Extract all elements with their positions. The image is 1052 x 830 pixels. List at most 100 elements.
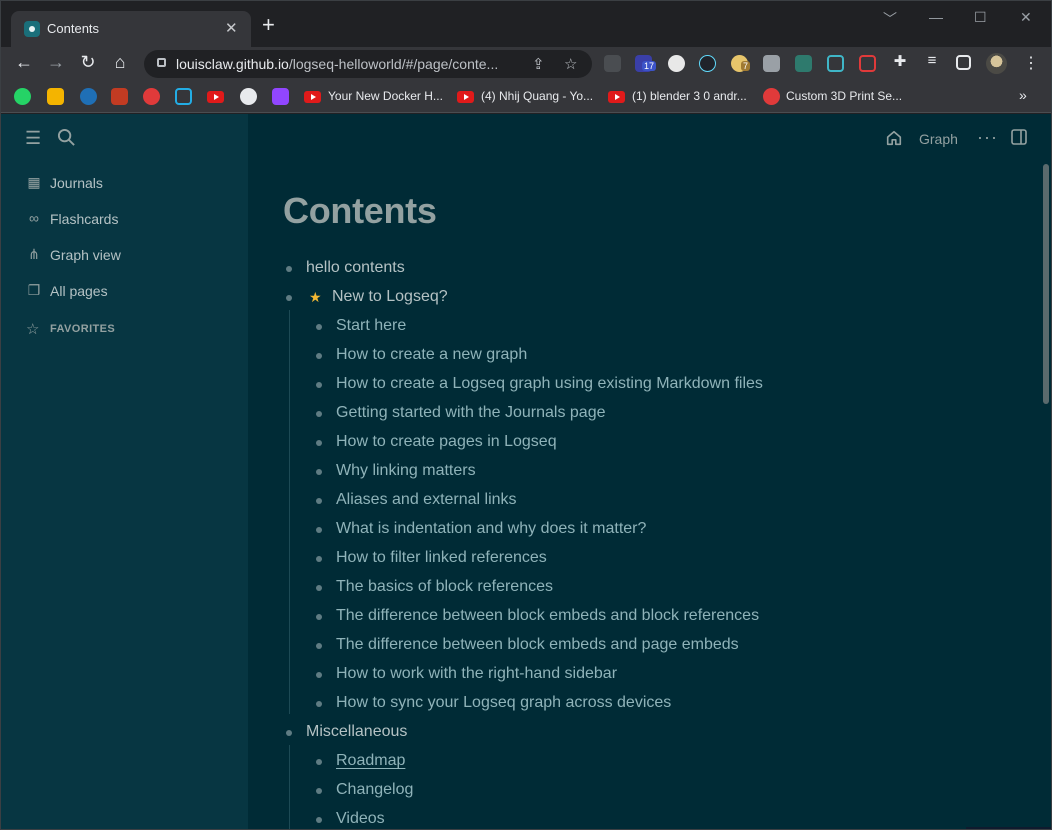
tab-close-icon[interactable]: ✕ <box>225 19 238 37</box>
sidebar-item-label: Flashcards <box>50 211 119 227</box>
block-text[interactable]: The difference between block embeds and … <box>336 636 739 654</box>
graph-icon: ⋔ <box>28 246 40 262</box>
extension-icon[interactable] <box>668 55 685 72</box>
bookmark-star-icon[interactable]: ☆ <box>564 55 577 73</box>
bookmark-icon[interactable] <box>143 88 160 105</box>
share-icon[interactable]: ⇪ <box>532 55 545 73</box>
address-bar[interactable]: louisclaw.github.io/logseq-helloworld/#/… <box>144 50 592 78</box>
whatsapp-icon[interactable] <box>14 88 31 105</box>
browser-window: Contents ✕ + ﹀ — ☐ ✕ ← → ↻ ⌂ louisclaw.g… <box>0 0 1052 830</box>
home-icon[interactable] <box>885 129 903 152</box>
block-bullet[interactable] <box>316 788 322 794</box>
block-bullet[interactable] <box>316 585 322 591</box>
minimize-button[interactable]: — <box>929 9 943 25</box>
block-bullet[interactable] <box>316 643 322 649</box>
block-text[interactable]: How to sync your Logseq graph across dev… <box>336 694 671 712</box>
tab-contents[interactable]: Contents ✕ <box>11 11 251 47</box>
bookmark-nhij-quang[interactable]: (4) Nhij Quang - Yo... <box>481 89 593 103</box>
back-icon[interactable]: ← <box>12 52 36 73</box>
react-devtools-icon[interactable] <box>699 55 716 72</box>
twitch-icon[interactable] <box>272 88 289 105</box>
close-window-button[interactable]: ✕ <box>1020 9 1032 26</box>
block-bullet[interactable] <box>316 440 322 446</box>
youtube-icon[interactable] <box>457 91 474 103</box>
home-icon[interactable]: ⌂ <box>108 52 132 73</box>
github-icon[interactable] <box>240 88 257 105</box>
search-icon[interactable] <box>57 128 76 152</box>
block-text[interactable]: How to create a new graph <box>336 346 527 364</box>
block-text[interactable]: Start here <box>336 317 406 335</box>
bookmark-blender[interactable]: (1) blender 3 0 andr... <box>632 89 747 103</box>
block-bullet[interactable] <box>316 324 322 330</box>
bookmarks-overflow-icon[interactable]: » <box>1019 87 1027 103</box>
bookmark-docker[interactable]: Your New Docker H... <box>328 89 443 103</box>
ublock-extension-icon[interactable] <box>604 55 621 72</box>
block-text[interactable]: How to create pages in Logseq <box>336 433 557 451</box>
page-reference-link[interactable]: Roadmap <box>336 752 405 770</box>
forward-icon[interactable]: → <box>44 52 68 73</box>
block-text[interactable]: The difference between block embeds and … <box>336 607 759 625</box>
sidebar-item-flashcards[interactable]: ∞ Flashcards <box>1 203 248 235</box>
block-bullet[interactable] <box>316 353 322 359</box>
profile-avatar[interactable] <box>986 53 1007 74</box>
youtube-icon[interactable] <box>207 91 224 103</box>
extension-icon[interactable] <box>859 55 876 72</box>
block-bullet[interactable] <box>316 498 322 504</box>
youtube-icon[interactable] <box>304 91 321 103</box>
media-control-icon[interactable]: ≡ <box>920 52 944 69</box>
reload-icon[interactable]: ↻ <box>76 52 100 73</box>
block-bullet[interactable] <box>316 672 322 678</box>
sidebar-item-all-pages[interactable]: ❐ All pages <box>1 275 248 307</box>
block-text[interactable]: Miscellaneous <box>306 723 407 741</box>
block-text[interactable]: Aliases and external links <box>336 491 517 509</box>
block-text[interactable]: Getting started with the Journals page <box>336 404 606 422</box>
bookmark-icon[interactable] <box>111 88 128 105</box>
extension-icon[interactable] <box>795 55 812 72</box>
bookmark-icon[interactable] <box>763 88 780 105</box>
maximize-button[interactable]: ☐ <box>974 9 987 26</box>
block-bullet[interactable] <box>286 295 292 301</box>
block-text[interactable]: How to work with the right-hand sidebar <box>336 665 617 683</box>
block-text[interactable]: Why linking matters <box>336 462 476 480</box>
sidebar-item-journals[interactable]: ▦ Journals <box>1 167 248 199</box>
block-bullet[interactable] <box>316 527 322 533</box>
bookmark-icon[interactable] <box>47 88 64 105</box>
new-tab-button[interactable]: + <box>262 14 275 36</box>
camera-extension-icon[interactable] <box>763 55 780 72</box>
block-text[interactable]: New to Logseq? <box>332 288 448 306</box>
block-bullet[interactable] <box>316 701 322 707</box>
block-bullet[interactable] <box>316 817 322 823</box>
menu-icon[interactable]: ☰ <box>25 128 41 149</box>
lock-icon[interactable] <box>157 58 166 67</box>
block-bullet[interactable] <box>316 556 322 562</box>
block-text[interactable]: Videos <box>336 810 385 828</box>
youtube-icon[interactable] <box>608 91 625 103</box>
tab-search-icon[interactable]: ﹀ <box>883 9 897 29</box>
block-bullet[interactable] <box>316 382 322 388</box>
block-text[interactable]: What is indentation and why does it matt… <box>336 520 646 538</box>
block-bullet[interactable] <box>316 411 322 417</box>
block-bullet[interactable] <box>286 730 292 736</box>
bilibili-icon[interactable] <box>175 88 192 105</box>
bookmark-icon[interactable] <box>80 88 97 105</box>
page-title[interactable]: Contents <box>283 190 437 232</box>
block-bullet[interactable] <box>316 614 322 620</box>
more-options-icon[interactable]: ··· <box>977 127 998 148</box>
block-text[interactable]: hello contents <box>306 259 405 277</box>
block-bullet[interactable] <box>316 469 322 475</box>
block-text[interactable]: How to create a Logseq graph using exist… <box>336 375 763 393</box>
bookmark-3d-print[interactable]: Custom 3D Print Se... <box>786 89 902 103</box>
block-bullet[interactable] <box>316 759 322 765</box>
graph-selector[interactable]: Graph <box>919 131 958 147</box>
video-extension-icon[interactable] <box>827 55 844 72</box>
scrollbar[interactable] <box>1043 164 1049 404</box>
sidebar-item-graph-view[interactable]: ⋔ Graph view <box>1 239 248 271</box>
block-text[interactable]: How to filter linked references <box>336 549 547 567</box>
toggle-right-sidebar-icon[interactable] <box>1011 129 1027 150</box>
browser-menu-icon[interactable]: ⋮ <box>1023 53 1039 73</box>
block-text[interactable]: Changelog <box>336 781 413 799</box>
block-bullet[interactable] <box>286 266 292 272</box>
side-panel-icon[interactable] <box>956 55 971 70</box>
block-text[interactable]: The basics of block references <box>336 578 553 596</box>
puzzle-icon[interactable]: ✚ <box>888 52 912 70</box>
